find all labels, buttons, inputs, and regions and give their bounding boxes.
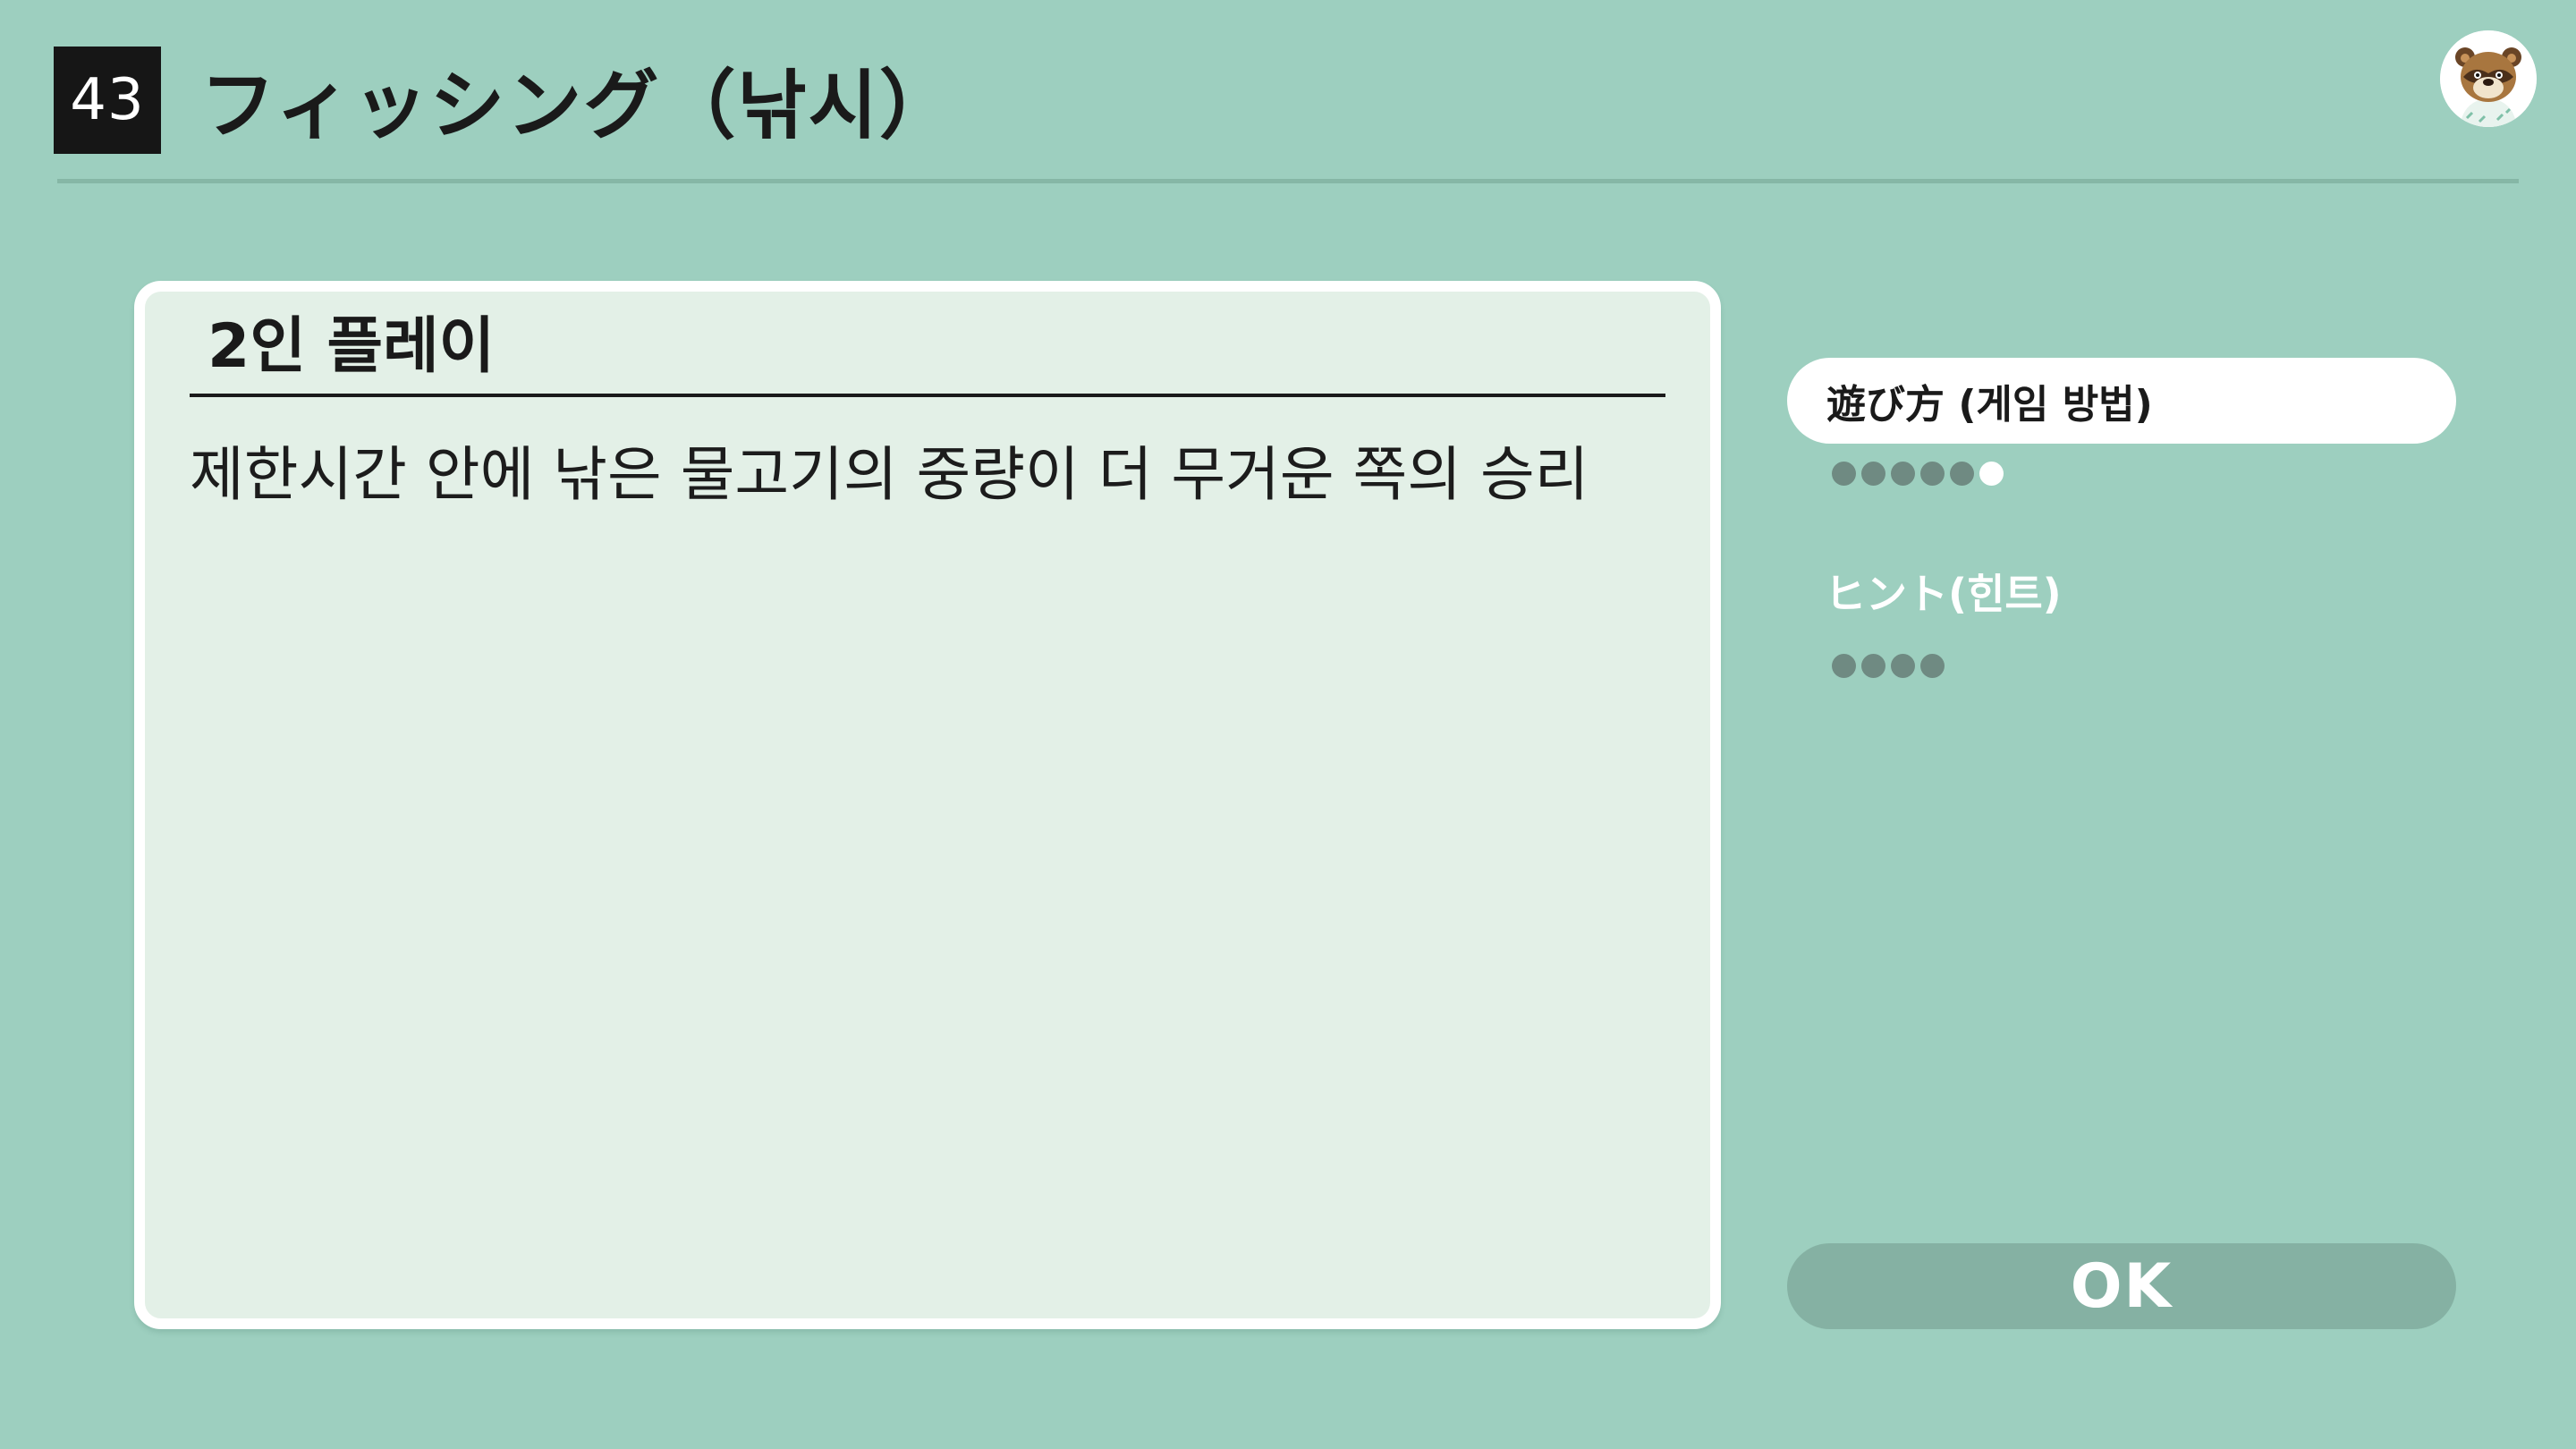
tab-how-to-play-label: 遊び方 (게임 방법) bbox=[1826, 382, 2153, 428]
page-title: フィッシング（낚시） bbox=[200, 62, 956, 149]
panel-body-text: 제한시간 안에 낚은 물고기의 중량이 더 무거운 쪽의 승리 bbox=[190, 440, 1589, 509]
page-dot[interactable] bbox=[1920, 462, 1945, 486]
page-dot[interactable] bbox=[1950, 462, 1974, 486]
hint-page-dots bbox=[1832, 654, 1945, 678]
ok-button[interactable]: OK bbox=[1787, 1243, 2456, 1329]
page-dot[interactable] bbox=[1832, 462, 1856, 486]
panel-heading-divider bbox=[190, 394, 1665, 397]
how-to-play-page-dots bbox=[1832, 462, 2004, 486]
header-divider bbox=[57, 179, 2519, 183]
tab-how-to-play[interactable]: 遊び方 (게임 방법) bbox=[1787, 358, 2456, 444]
tab-hint[interactable]: ヒント(힌트) bbox=[1825, 560, 2062, 628]
page-dot[interactable] bbox=[1920, 654, 1945, 678]
page-dot[interactable] bbox=[1891, 654, 1915, 678]
chapter-number-badge: 43 bbox=[54, 47, 161, 154]
panel-heading: 2인 플레이 bbox=[208, 311, 496, 382]
page-dot[interactable] bbox=[1891, 462, 1915, 486]
page-dot[interactable] bbox=[1832, 654, 1856, 678]
tanuki-avatar-icon bbox=[2440, 30, 2537, 127]
page-dot[interactable] bbox=[1861, 654, 1885, 678]
page-dot-current[interactable] bbox=[1979, 462, 2004, 486]
content-panel: 2인 플레이 제한시간 안에 낚은 물고기의 중량이 더 무거운 쪽의 승리 bbox=[134, 281, 1721, 1329]
page-dot[interactable] bbox=[1861, 462, 1885, 486]
